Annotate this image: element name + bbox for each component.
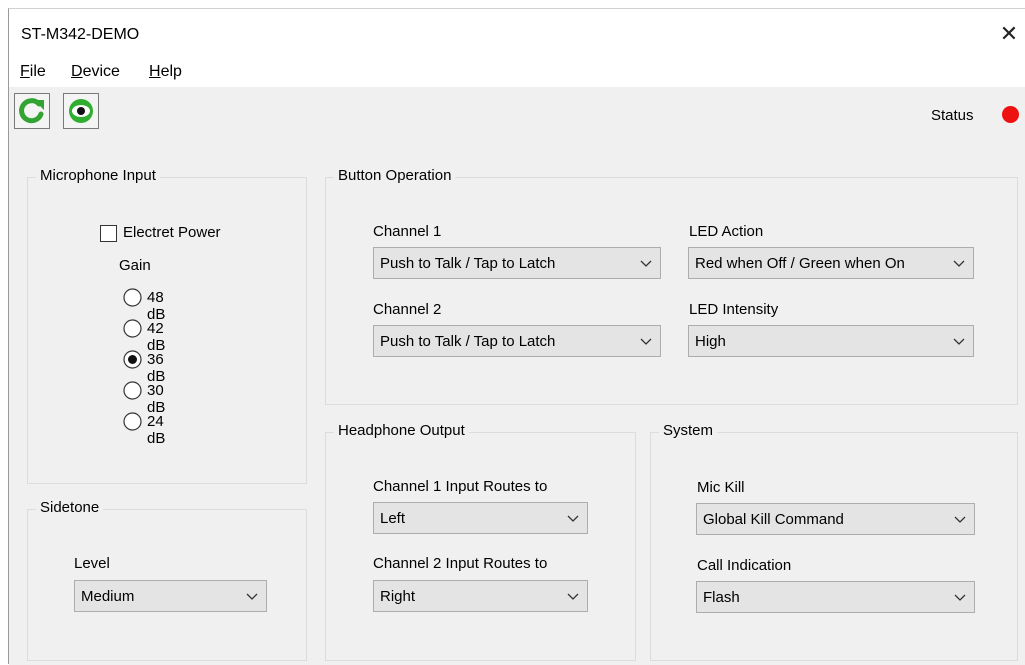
headphone-output-group: Headphone Output Channel 1 Input Routes … bbox=[325, 422, 636, 661]
app-window: ST-M342-DEMO ✕ File Device Help Status M… bbox=[8, 8, 1025, 665]
system-title: System bbox=[659, 422, 718, 439]
eye-icon bbox=[69, 99, 93, 123]
ch1-routes-value: Left bbox=[380, 510, 406, 527]
close-icon[interactable]: ✕ bbox=[994, 19, 1024, 49]
menu-file[interactable]: File bbox=[20, 63, 46, 81]
electret-power-label: Electret Power bbox=[123, 224, 221, 241]
radio-icon bbox=[123, 412, 142, 431]
ch1-routes-select[interactable]: Left bbox=[373, 502, 588, 534]
chevron-down-icon bbox=[246, 593, 258, 600]
channel2-label: Channel 2 bbox=[373, 301, 442, 318]
chevron-down-icon bbox=[953, 338, 965, 345]
chevron-down-icon bbox=[640, 338, 652, 345]
refresh-icon bbox=[19, 98, 44, 124]
title-bar: ST-M342-DEMO ✕ bbox=[9, 9, 1025, 55]
chevron-down-icon bbox=[567, 515, 579, 522]
menu-help[interactable]: Help bbox=[149, 63, 182, 81]
radio-icon bbox=[123, 319, 142, 338]
call-indication-label: Call Indication bbox=[697, 557, 792, 574]
sidetone-level-label: Level bbox=[74, 555, 110, 572]
mic-kill-value: Global Kill Command bbox=[703, 511, 844, 528]
call-indication-select[interactable]: Flash bbox=[696, 581, 975, 613]
channel1-value: Push to Talk / Tap to Latch bbox=[380, 255, 556, 272]
chevron-down-icon bbox=[567, 593, 579, 600]
channel2-select[interactable]: Push to Talk / Tap to Latch bbox=[373, 325, 661, 357]
led-intensity-value: High bbox=[695, 333, 726, 350]
button-operation-title: Button Operation bbox=[334, 167, 456, 184]
sidetone-level-value: Medium bbox=[81, 588, 135, 605]
chevron-down-icon bbox=[953, 260, 965, 267]
radio-icon bbox=[123, 381, 142, 400]
radio-selected-icon bbox=[123, 350, 142, 369]
view-button[interactable] bbox=[63, 93, 99, 129]
ch2-routes-label: Channel 2 Input Routes to bbox=[373, 555, 548, 572]
menu-device[interactable]: Device bbox=[71, 63, 120, 81]
gain-option-label: 24 dB bbox=[147, 413, 166, 447]
led-action-value: Red when Off / Green when On bbox=[695, 255, 905, 272]
electret-power-checkbox[interactable] bbox=[100, 225, 117, 242]
mic-kill-label: Mic Kill bbox=[697, 479, 745, 496]
led-intensity-select[interactable]: High bbox=[688, 325, 974, 357]
led-intensity-label: LED Intensity bbox=[689, 301, 779, 318]
menu-device-label: Device bbox=[71, 63, 120, 80]
ch2-routes-value: Right bbox=[380, 588, 416, 605]
sidetone-group: Sidetone Level Medium bbox=[27, 499, 307, 661]
chevron-down-icon bbox=[640, 260, 652, 267]
channel2-value: Push to Talk / Tap to Latch bbox=[380, 333, 556, 350]
call-indication-value: Flash bbox=[703, 589, 740, 606]
gain-option-label: 48 dB bbox=[147, 289, 166, 323]
led-action-select[interactable]: Red when Off / Green when On bbox=[688, 247, 974, 279]
sidetone-title: Sidetone bbox=[36, 499, 104, 516]
led-action-label: LED Action bbox=[689, 223, 764, 240]
button-operation-group: Button Operation Channel 1 Push to Talk … bbox=[325, 167, 1018, 405]
window-title: ST-M342-DEMO bbox=[21, 26, 140, 43]
gain-option-label: 42 dB bbox=[147, 320, 166, 354]
refresh-button[interactable] bbox=[14, 93, 50, 129]
ch2-routes-select[interactable]: Right bbox=[373, 580, 588, 612]
ch1-routes-label: Channel 1 Input Routes to bbox=[373, 478, 548, 495]
microphone-input-group: Microphone Input Electret Power Gain 48 … bbox=[27, 167, 307, 484]
channel1-select[interactable]: Push to Talk / Tap to Latch bbox=[373, 247, 661, 279]
chevron-down-icon bbox=[954, 594, 966, 601]
menu-file-label: File bbox=[20, 63, 46, 80]
microphone-input-title: Microphone Input bbox=[36, 167, 160, 184]
gain-option-label: 36 dB bbox=[147, 351, 166, 385]
gain-label: Gain bbox=[119, 257, 151, 274]
status-indicator bbox=[1002, 106, 1019, 123]
gain-option-label: 30 dB bbox=[147, 382, 166, 416]
menu-help-label: Help bbox=[149, 63, 182, 80]
system-group: System Mic Kill Global Kill Command Call… bbox=[650, 422, 1018, 661]
sidetone-level-select[interactable]: Medium bbox=[74, 580, 267, 612]
radio-icon bbox=[123, 288, 142, 307]
chevron-down-icon bbox=[954, 516, 966, 523]
headphone-output-title: Headphone Output bbox=[334, 422, 469, 439]
toolbar: Status bbox=[9, 87, 1025, 139]
main-panel: Microphone Input Electret Power Gain 48 … bbox=[9, 139, 1025, 665]
status-label: Status bbox=[931, 107, 974, 124]
channel1-label: Channel 1 bbox=[373, 223, 442, 240]
mic-kill-select[interactable]: Global Kill Command bbox=[696, 503, 975, 535]
